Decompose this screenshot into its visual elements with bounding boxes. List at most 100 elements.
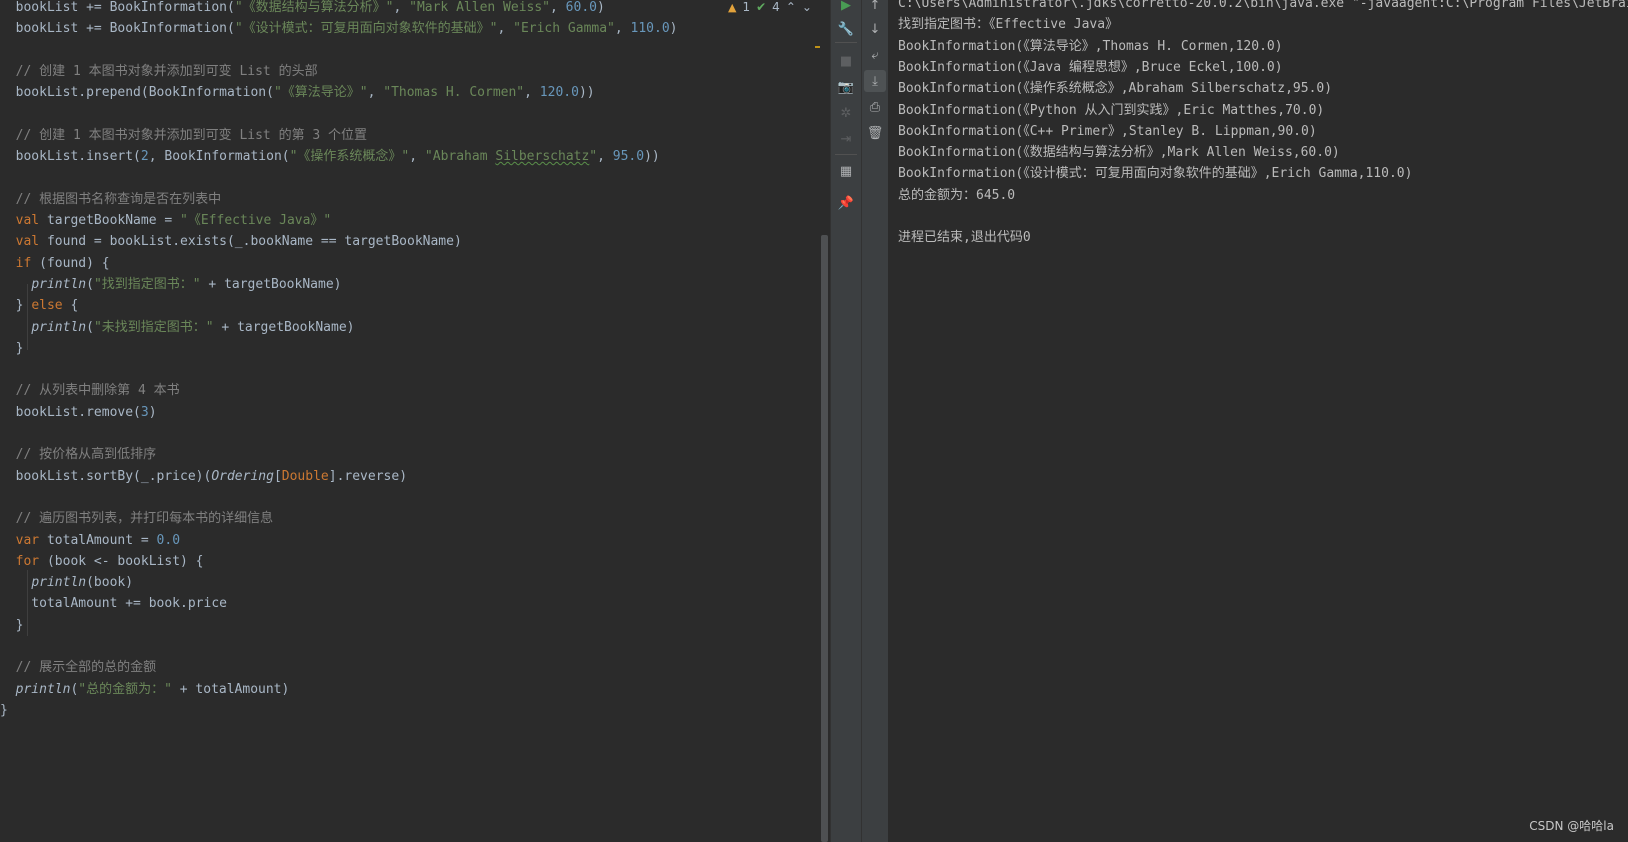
code-token: bookList.insert(	[0, 149, 141, 165]
previous-highlight-icon[interactable]: ⌃	[786, 0, 796, 14]
code-line: // 遍历图书列表，并打印每本书的详细信息	[0, 508, 274, 530]
code-token: for	[15, 553, 40, 569]
code-token: + targetBookName)	[200, 276, 342, 292]
down-arrow-icon[interactable]: ↓	[864, 18, 886, 40]
toolbar-separator	[835, 154, 857, 155]
code-line: }	[0, 338, 24, 360]
console-output-line: BookInformation(《操作系统概念》,Abraham Silbers…	[898, 81, 1333, 97]
camera-icon[interactable]: 📷	[835, 76, 857, 98]
code-token: "Abraham	[424, 149, 496, 165]
code-token: (	[86, 319, 94, 335]
code-line: // 创建 1 本图书对象并添加到可变 List 的第 3 个位置	[0, 125, 367, 147]
code-token: }	[0, 340, 24, 356]
console-output-line: BookInformation(《Python 从入门到实践》,Eric Mat…	[898, 102, 1325, 118]
code-token: ,	[497, 21, 514, 37]
console-output-line: 进程已结束,退出代码0	[898, 230, 1031, 246]
scroll-to-end-icon[interactable]: ⤓	[864, 70, 886, 92]
code-line: val targetBookName = "《Effective Java》"	[0, 210, 332, 232]
code-token: println	[31, 276, 87, 292]
print-icon[interactable]: ⎙	[864, 96, 886, 118]
code-token: )	[148, 404, 157, 420]
warning-icon: ▲	[728, 0, 737, 14]
code-token: ].reverse)	[328, 468, 408, 484]
code-line: println("找到指定图书：" + targetBookName)	[0, 274, 341, 296]
layout-icon[interactable]: ▦	[835, 160, 857, 182]
code-token: 0.0	[156, 532, 181, 548]
console-output-line: BookInformation(《算法导论》,Thomas H. Cormen,…	[898, 38, 1283, 54]
code-token: [	[273, 468, 282, 484]
code-token: bookList.prepend(BookInformation(	[0, 85, 274, 101]
trash-icon[interactable]: 🗑	[864, 122, 886, 144]
run-console[interactable]: C:\Users\Administrator\.jdks\corretto-20…	[888, 0, 1628, 842]
code-line: println("总的金额为：" + totalAmount)	[0, 679, 290, 701]
code-token: + targetBookName)	[213, 319, 355, 335]
code-token: // 创建 1 本图书对象并添加到可变 List 的头部	[0, 63, 318, 79]
code-token: (book <- bookList) {	[39, 553, 204, 569]
code-token: if	[15, 255, 32, 271]
console-output-line: 总的金额为：645.0	[898, 187, 1016, 203]
code-token: // 展示全部的总的金额	[0, 660, 157, 676]
console-output-line: BookInformation(《设计模式：可复用面向对象软件的基础》,Eric…	[898, 166, 1413, 182]
code-token: (	[86, 276, 94, 292]
code-token: }	[0, 617, 24, 633]
code-line: totalAmount += book.price	[0, 593, 227, 615]
code-token: totalAmount =	[39, 532, 157, 548]
settings-wrench-icon[interactable]: 🔧	[835, 18, 857, 40]
editor-scrollbar-thumb[interactable]	[821, 235, 828, 842]
code-token: // 从列表中删除第 4 本书	[0, 383, 180, 399]
code-line: for (book <- bookList) {	[0, 551, 204, 573]
code-line: // 创建 1 本图书对象并添加到可变 List 的头部	[0, 61, 318, 83]
code-token: ,	[409, 149, 425, 165]
next-highlight-icon[interactable]: ⌄	[802, 0, 812, 14]
code-token: ,	[597, 149, 613, 165]
code-token: // 按价格从高到低排序	[0, 447, 157, 463]
code-token: ,	[367, 85, 384, 101]
code-line: }	[0, 700, 8, 722]
code-token: "Thomas H. Cormen"	[383, 85, 525, 101]
code-token: 2	[140, 149, 149, 165]
exit-icon[interactable]: ⇥	[835, 128, 857, 150]
code-token: bookList += BookInformation(	[0, 0, 235, 15]
warning-count: 1	[742, 0, 751, 14]
code-line: // 展示全部的总的金额	[0, 657, 157, 679]
code-token: "未找到指定图书："	[93, 319, 214, 335]
stop-icon[interactable]: ■	[835, 50, 857, 72]
code-token: "总的金额为："	[78, 681, 172, 697]
inspection-widget[interactable]: ▲ 1 ✔ 4 ⌃ ⌄	[728, 0, 812, 14]
code-token: {	[62, 298, 79, 314]
code-token: ,	[524, 85, 540, 101]
code-token: , BookInformation(	[148, 149, 290, 165]
code-editor[interactable]: bookList += BookInformation("《数据结构与算法分析》…	[0, 0, 820, 842]
code-line: }	[0, 615, 24, 637]
pin-icon[interactable]: 📌	[835, 192, 857, 214]
code-token: ,	[550, 0, 566, 15]
code-token: 3	[140, 404, 149, 420]
code-token: "找到指定图书："	[93, 276, 201, 292]
code-token: bookList.remove(	[0, 404, 141, 420]
debug-icon[interactable]: ✲	[835, 102, 857, 124]
code-token: "《Effective Java》"	[180, 213, 332, 228]
code-line: bookList += BookInformation("《设计模式：可复用面向…	[0, 18, 678, 40]
code-token: var	[15, 532, 40, 548]
code-line: println("未找到指定图书：" + targetBookName)	[0, 317, 354, 339]
code-line: if (found) {	[0, 253, 110, 275]
code-token: println	[31, 575, 87, 591]
code-token: ,	[393, 0, 410, 15]
code-token: 60.0	[565, 0, 597, 15]
code-line: println(book)	[0, 572, 133, 594]
soft-wrap-icon[interactable]: ⤶	[864, 44, 886, 66]
weak-warning-icon: ✔	[756, 0, 767, 14]
up-arrow-icon[interactable]: ↑	[864, 0, 886, 16]
code-token: (found) {	[31, 255, 110, 271]
code-token: ))	[578, 85, 595, 101]
code-token: Double	[281, 468, 329, 484]
code-token: found = bookList.exists(_.bookName == ta…	[39, 234, 462, 250]
rerun-icon[interactable]: ▶	[835, 0, 857, 16]
run-toolbar-left: ▶ 🔧 ■ 📷 ✲ ⇥ ▦ 📌	[830, 0, 861, 842]
